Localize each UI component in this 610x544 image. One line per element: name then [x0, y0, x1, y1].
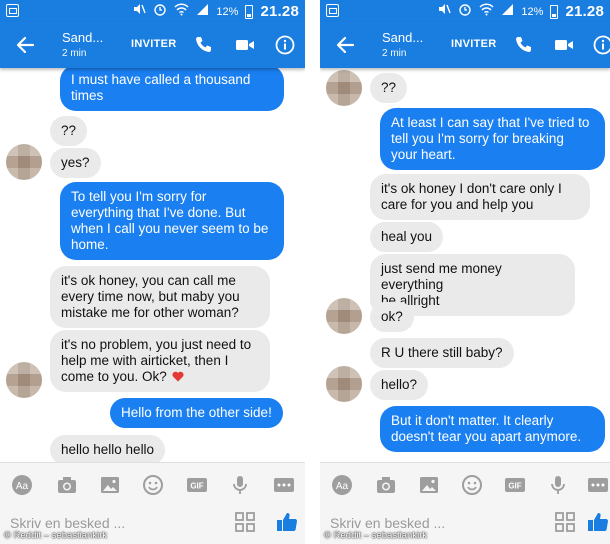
battery-percent: 12%	[521, 5, 544, 18]
like-icon[interactable]	[586, 510, 610, 534]
battery-icon	[245, 4, 254, 19]
contact-avatar	[326, 298, 362, 334]
invite-button[interactable]: INVITER	[131, 38, 177, 50]
microphone-icon[interactable]	[546, 473, 570, 497]
alarm-icon	[153, 2, 167, 21]
invite-button[interactable]: INVITER	[451, 38, 497, 50]
message-incoming: ok?	[370, 302, 414, 332]
message-outgoing: Hello from the other side!	[110, 398, 283, 428]
message-incoming: it's ok honey, you can call me every tim…	[50, 266, 270, 328]
contact-info[interactable]: Sand... 2 min	[382, 30, 423, 59]
heart-emoji-icon	[172, 371, 184, 382]
info-icon[interactable]	[592, 34, 610, 56]
contact-name: Sand...	[62, 30, 104, 45]
message-input[interactable]: Skriv en besked ...	[330, 515, 445, 531]
message-incoming: ??	[370, 73, 408, 103]
message-incoming: ??	[50, 116, 88, 146]
message-incoming: it's no problem, you just need to help m…	[50, 330, 270, 392]
alarm-icon	[458, 2, 472, 21]
contact-info[interactable]: Sand... 2 min	[62, 30, 103, 59]
contact-avatar	[6, 362, 42, 398]
contact-avatar	[6, 144, 42, 180]
message-list: ?? At least I can say that I've tried to…	[320, 68, 610, 462]
back-arrow-icon[interactable]	[334, 34, 356, 56]
contact-name: Sand...	[382, 30, 424, 45]
status-bar: 12% 21.28	[320, 0, 610, 22]
svg-text:Aa: Aa	[16, 481, 29, 492]
wifi-icon	[479, 2, 494, 21]
video-icon[interactable]	[553, 34, 575, 56]
image-credit: © Reddit – sebastiankirk	[324, 530, 428, 541]
contact-last-active: 2 min	[62, 48, 87, 59]
phone-icon[interactable]	[513, 34, 535, 56]
screenshot-divider	[305, 0, 320, 544]
video-icon[interactable]	[234, 34, 256, 56]
phone-icon[interactable]	[193, 34, 215, 56]
like-icon[interactable]	[275, 510, 299, 534]
clock: 21.28	[565, 3, 604, 20]
camera-icon[interactable]	[55, 473, 79, 497]
message-incoming: yes?	[50, 148, 101, 178]
message-incoming: heal you	[370, 222, 444, 252]
qr-code-icon[interactable]	[234, 511, 256, 533]
message-incoming: it's ok honey I don't care only I care f…	[370, 174, 590, 220]
gallery-notification-icon	[6, 4, 19, 17]
signal-icon	[196, 3, 209, 21]
qr-code-icon[interactable]	[554, 511, 576, 533]
conversation-header: Sand... 2 min INVITER	[0, 22, 305, 68]
svg-text:GIF: GIF	[508, 482, 521, 491]
message-outgoing: To tell you I'm sorry for everything tha…	[60, 182, 284, 260]
back-arrow-icon[interactable]	[14, 34, 36, 56]
clock: 21.28	[260, 3, 299, 20]
battery-percent: 12%	[216, 5, 239, 18]
conversation-header: Sand... 2 min INVITER	[320, 22, 610, 68]
svg-text:GIF: GIF	[190, 482, 203, 491]
gif-icon[interactable]: GIF	[503, 473, 527, 497]
status-bar: 12% 21.28	[0, 0, 305, 22]
text-format-icon[interactable]: Aa	[330, 473, 354, 497]
message-incoming: hello?	[370, 370, 429, 400]
svg-text:Aa: Aa	[336, 481, 349, 492]
message-outgoing: But it don't matter. It clearly doesn't …	[380, 406, 605, 452]
camera-icon[interactable]	[374, 473, 398, 497]
info-icon[interactable]	[274, 34, 296, 56]
wifi-icon	[174, 2, 189, 21]
more-icon[interactable]	[586, 473, 610, 497]
right-screenshot: 12% 21.28 Sand... 2 min INVITER ?? At le…	[320, 0, 610, 544]
emoji-icon[interactable]	[460, 473, 484, 497]
contact-avatar	[326, 70, 362, 106]
battery-icon	[550, 4, 559, 19]
image-icon[interactable]	[417, 473, 441, 497]
text-format-icon[interactable]: Aa	[10, 473, 34, 497]
microphone-icon[interactable]	[228, 473, 252, 497]
signal-icon	[501, 3, 514, 21]
contact-last-active: 2 min	[382, 48, 407, 59]
image-credit: © Reddit – sebastiankirk	[4, 530, 108, 541]
left-screenshot: 12% 21.28 Sand... 2 min INVITER I must h…	[0, 0, 305, 544]
message-outgoing: I must have called a thousand times	[60, 68, 284, 111]
message-input[interactable]: Skriv en besked ...	[10, 515, 125, 531]
image-icon[interactable]	[98, 473, 122, 497]
mute-icon	[437, 2, 452, 21]
gallery-notification-icon	[326, 4, 339, 17]
message-incoming: hello hello hello	[50, 435, 166, 462]
emoji-icon[interactable]	[141, 473, 165, 497]
contact-avatar	[326, 366, 362, 402]
message-list: I must have called a thousand times ?? y…	[0, 68, 305, 462]
mute-icon	[132, 2, 147, 21]
more-icon[interactable]	[272, 473, 296, 497]
message-incoming: R U there still baby?	[370, 338, 514, 368]
gif-icon[interactable]: GIF	[185, 473, 209, 497]
message-outgoing: At least I can say that I've tried to te…	[380, 108, 605, 170]
